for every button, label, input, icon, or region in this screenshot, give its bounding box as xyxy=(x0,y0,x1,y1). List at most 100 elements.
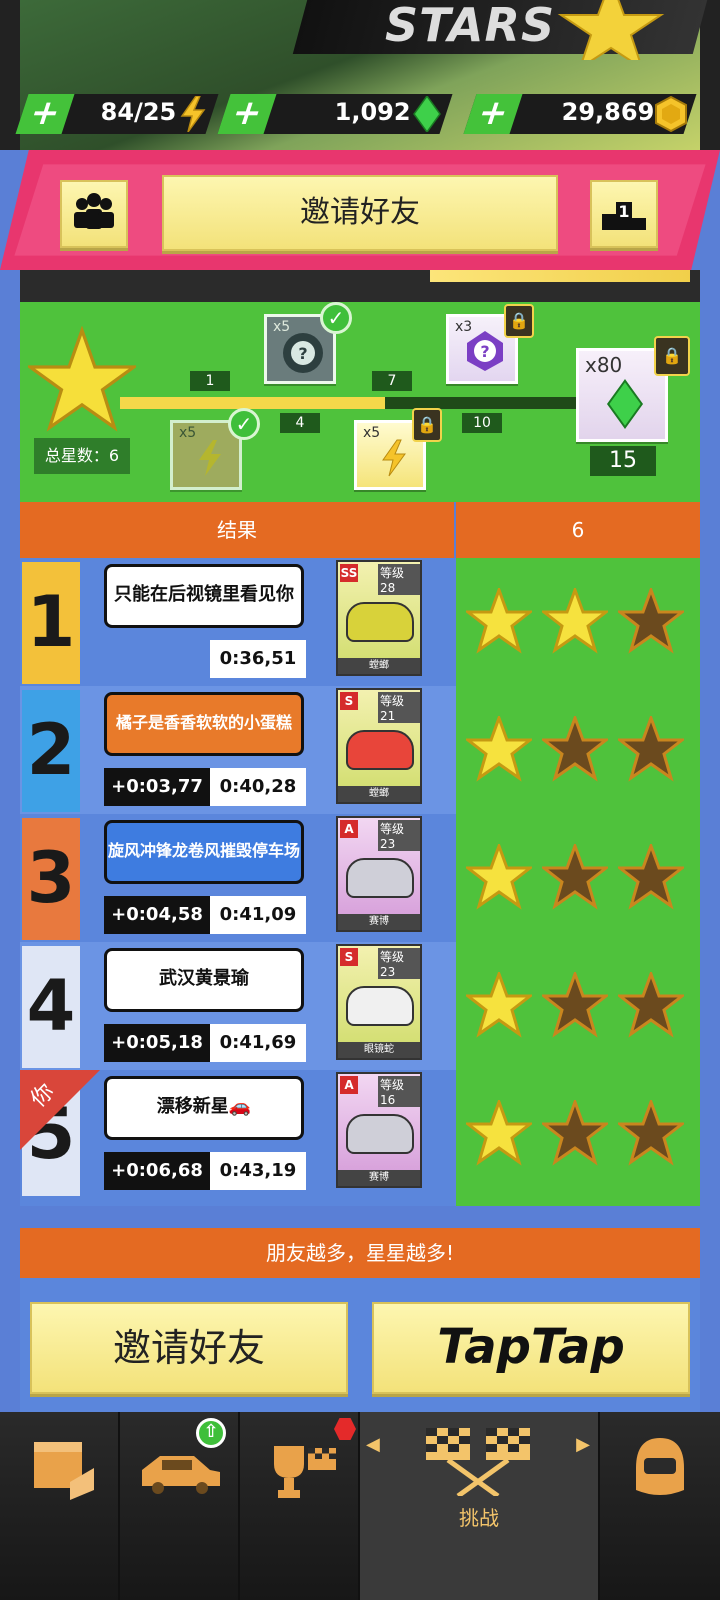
big-star-icon xyxy=(557,0,665,60)
leaderboard-row[interactable]: 3 旋风冲锋龙卷风摧毁停车场 +0:04,58 0:41,09 A 等级23 赛博 xyxy=(20,814,456,942)
car-class-badge: S xyxy=(340,692,358,710)
gold-star-icon xyxy=(542,588,608,654)
invite-friends-button-top[interactable]: 邀请好友 xyxy=(162,175,558,251)
empty-star-icon xyxy=(618,972,684,1038)
lightning-icon xyxy=(180,96,206,132)
taptap-button[interactable]: TapTap xyxy=(372,1302,690,1394)
car-name: 螳螂 xyxy=(338,658,420,674)
mystery-gem-icon: ? xyxy=(467,331,503,371)
add-coin-button[interactable]: + xyxy=(463,93,523,134)
rank-number: 4 xyxy=(22,946,80,1068)
progress-fill xyxy=(120,397,385,409)
chevron-left-icon[interactable]: ◀ xyxy=(366,1434,380,1455)
shop-icon xyxy=(34,1442,94,1500)
total-stars-label: 总星数：6 xyxy=(34,438,130,474)
energy-value: 84/25 xyxy=(101,98,177,126)
rank-number: 1 xyxy=(618,202,630,221)
empty-star-icon xyxy=(542,1100,608,1166)
milestone-label: 4 xyxy=(280,413,320,433)
friends-button[interactable] xyxy=(60,180,128,248)
leaderboard-row[interactable]: 2 橘子是香香软软的小蛋糕 +0:03,77 0:40,28 S 等级21 螳螂 xyxy=(20,686,456,814)
car-class-badge: S xyxy=(340,948,358,966)
empty-star-icon xyxy=(542,972,608,1038)
player-name-plate[interactable]: 漂移新星🚗 xyxy=(104,1076,304,1140)
empty-star-icon xyxy=(542,716,608,782)
leaderboard-row[interactable]: 5 你漂移新星🚗 +0:06,68 0:43,19 A 等级16 赛博 xyxy=(20,1070,456,1198)
car-level: 等级23 xyxy=(378,948,420,979)
race-time: 0:41,69 xyxy=(210,1024,306,1062)
gold-star-icon xyxy=(466,972,532,1038)
race-time: 0:36,51 xyxy=(210,640,306,678)
nav-shop[interactable] xyxy=(0,1412,120,1600)
gem-value: 1,092 xyxy=(334,98,411,126)
car-class-badge: A xyxy=(340,1076,358,1094)
leaderboard-button[interactable]: 1 xyxy=(590,180,658,248)
car-level: 等级23 xyxy=(378,820,420,851)
player-name-plate[interactable]: 旋风冲锋龙卷风摧毁停车场 xyxy=(104,820,304,884)
lightning-icon xyxy=(199,440,221,476)
notification-badge xyxy=(334,1418,356,1440)
car-name: 赛博 xyxy=(338,914,420,930)
hero-title: STARS xyxy=(385,0,556,52)
green-gem-icon xyxy=(413,96,441,132)
nav-cups[interactable] xyxy=(240,1412,360,1600)
leaderboard-row[interactable]: 1 只能在后视镜里看见你 0:36,51 SS 等级28 螳螂 xyxy=(20,558,456,686)
car-card[interactable]: A 等级16 赛博 xyxy=(336,1072,422,1188)
car-image xyxy=(346,730,414,770)
time-gap: +0:05,18 xyxy=(104,1024,210,1062)
rank-number: 1 xyxy=(22,562,80,684)
hero-banner: STARS + 84/25 + 1,092 + 29,869 xyxy=(0,0,720,150)
svg-text:?: ? xyxy=(480,342,489,361)
helmet-icon xyxy=(636,1438,684,1495)
time-gap: +0:06,68 xyxy=(104,1152,210,1190)
more-friends-banner: 朋友越多，星星越多! xyxy=(20,1228,700,1278)
lock-icon: 🔒 xyxy=(504,304,534,338)
gold-star-icon xyxy=(466,588,532,654)
time-gap: +0:03,77 xyxy=(104,768,210,806)
car-name: 赛博 xyxy=(338,1170,420,1186)
player-name-plate[interactable]: 武汉黄景瑜 xyxy=(104,948,304,1012)
nav-garage[interactable]: ⇧ xyxy=(120,1412,240,1600)
coin-value: 29,869 xyxy=(562,98,655,126)
nav-profile[interactable] xyxy=(600,1412,720,1600)
energy-counter[interactable]: + 84/25 xyxy=(15,93,219,134)
add-energy-button[interactable]: + xyxy=(15,93,75,134)
gem-counter[interactable]: + 1,092 xyxy=(217,93,453,134)
upgrade-arrow-icon: ⇧ xyxy=(196,1418,226,1448)
milestone-label: 15 xyxy=(590,446,656,476)
total-star-icon xyxy=(28,326,136,432)
lock-icon: 🔒 xyxy=(654,336,690,376)
lightning-icon xyxy=(382,439,406,477)
gold-star-icon xyxy=(466,1100,532,1166)
empty-star-icon xyxy=(618,716,684,782)
leaderboard-row[interactable]: 4 武汉黄景瑜 +0:05,18 0:41,69 S 等级23 眼镜蛇 xyxy=(20,942,456,1070)
player-name-plate[interactable]: 橘子是香香软软的小蛋糕 xyxy=(104,692,304,756)
claimed-check-icon: ✓ xyxy=(228,408,260,440)
chevron-right-icon[interactable]: ▶ xyxy=(576,1434,590,1455)
svg-text:?: ? xyxy=(298,344,307,363)
empty-star-icon xyxy=(618,844,684,910)
race-time: 0:40,28 xyxy=(210,768,306,806)
gold-star-icon xyxy=(466,844,532,910)
car-icon xyxy=(142,1456,220,1494)
car-card[interactable]: S 等级23 眼镜蛇 xyxy=(336,944,422,1060)
time-gap: +0:04,58 xyxy=(104,896,210,934)
car-card[interactable]: SS 等级28 螳螂 xyxy=(336,560,422,676)
gold-coin-icon xyxy=(655,96,687,132)
player-name-plate[interactable]: 只能在后视镜里看见你 xyxy=(104,564,304,628)
car-image xyxy=(346,602,414,642)
add-gem-button[interactable]: + xyxy=(217,93,277,134)
car-card[interactable]: A 等级23 赛博 xyxy=(336,816,422,932)
nav-challenge[interactable]: ◀ 挑战 ▶ xyxy=(360,1412,600,1600)
car-class-badge: A xyxy=(340,820,358,838)
result-column-header: 结果 xyxy=(20,502,454,558)
car-image xyxy=(346,1114,414,1154)
coin-counter[interactable]: + 29,869 xyxy=(463,93,697,134)
invite-friends-button[interactable]: 邀请好友 xyxy=(30,1302,348,1394)
empty-star-icon xyxy=(618,588,684,654)
milestone-label: 10 xyxy=(462,413,502,433)
checkered-flags-icon xyxy=(426,1428,530,1496)
car-card[interactable]: S 等级21 螳螂 xyxy=(336,688,422,804)
car-class-badge: SS xyxy=(340,564,358,582)
race-time: 0:41,09 xyxy=(210,896,306,934)
